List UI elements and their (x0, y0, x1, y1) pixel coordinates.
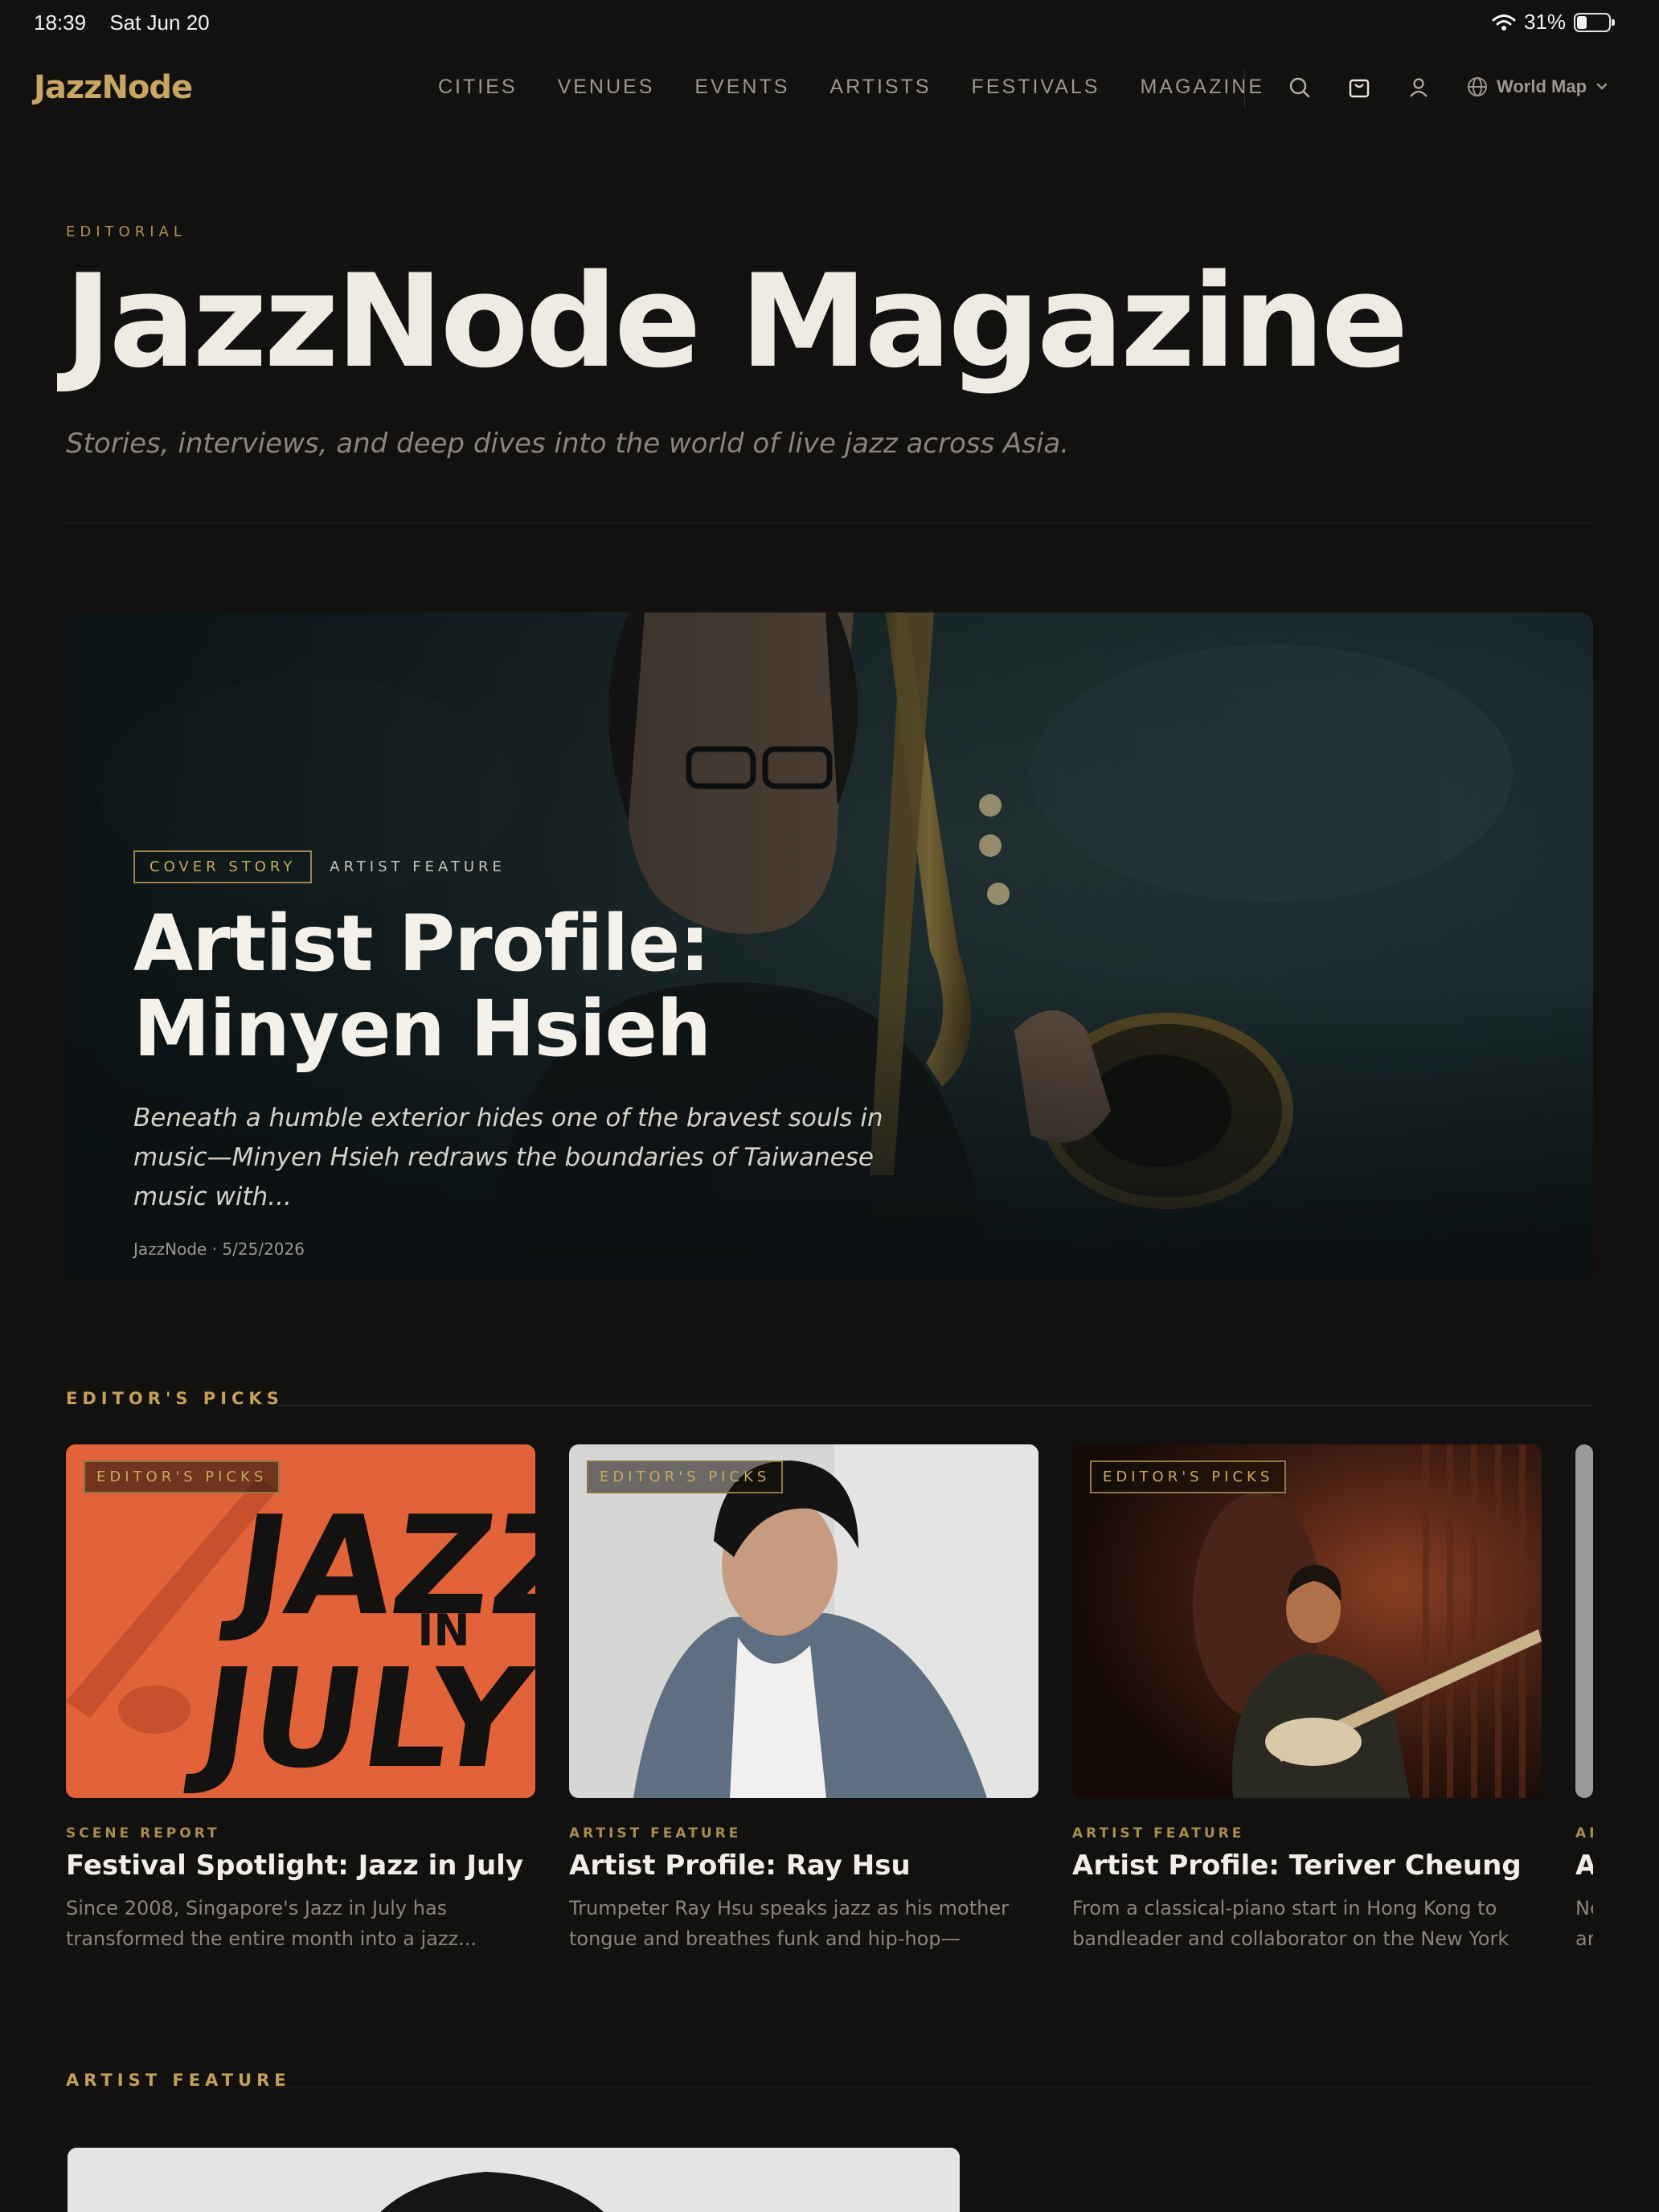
wifi-icon (1492, 14, 1516, 31)
cover-story-card[interactable]: COVER STORY ARTIST FEATURE Artist Profil… (66, 612, 1593, 1280)
status-date: Sat Jun 20 (109, 10, 210, 35)
nav-link-magazine[interactable]: MAGAZINE (1140, 76, 1264, 99)
teriver-cheung-photo (1072, 1444, 1542, 1798)
artist-feature-thumbnail[interactable] (68, 2148, 960, 2212)
site-logo[interactable]: JazzNode (34, 69, 193, 106)
page-title: JazzNode Magazine (64, 246, 1408, 396)
cover-story-meta: JazzNode · 5/25/2026 (133, 1239, 305, 1259)
world-map-label: World Map (1497, 76, 1587, 96)
nav-link-artists[interactable]: ARTISTS (830, 76, 931, 99)
battery-icon (1574, 12, 1615, 32)
article-category: ARTIST FEATURE (1072, 1825, 1245, 1841)
cover-story-tags: COVER STORY ARTIST FEATURE (133, 850, 1018, 883)
nav-link-cities[interactable]: CITIES (438, 76, 518, 99)
article-category: AR (1575, 1825, 1593, 1841)
article-card-ray-hsu[interactable]: EDITOR'S PICKS ARTIST FEATURE Artist Pro… (569, 1444, 1038, 1954)
nav-links: CITIES VENUES EVENTS ARTISTS FESTIVALS M… (438, 76, 1305, 99)
top-nav: JazzNode CITIES VENUES EVENTS ARTISTS FE… (0, 45, 1659, 132)
article-thumbnail: JAZZ IN JULY EDITOR'S PICKS (66, 1444, 535, 1798)
account-button[interactable] (1405, 74, 1432, 101)
article-category: SCENE REPORT (66, 1825, 220, 1841)
article-excerpt: Since 2008, Singapore's Jazz in July has… (66, 1897, 477, 1950)
article-title[interactable]: A (1575, 1849, 1593, 1882)
status-right: 31% (1492, 10, 1615, 35)
article-excerpt: Trumpeter Ray Hsu speaks jazz as his mot… (569, 1897, 1009, 1950)
article-card-partial[interactable]: AR A Nc ar (1575, 1444, 1593, 1954)
article-card-jazz-in-july[interactable]: JAZZ IN JULY EDITOR'S PICKS SCENE REPORT… (66, 1444, 535, 1954)
cart-button[interactable] (1346, 74, 1373, 101)
editors-pick-badge: EDITOR'S PICKS (587, 1460, 784, 1493)
jazz-in-july-poster: JAZZ IN JULY (66, 1444, 535, 1798)
page-subtitle: Stories, interviews, and deep dives into… (66, 428, 1070, 460)
nav-divider (1244, 68, 1245, 109)
battery-percent: 31% (1523, 10, 1566, 34)
cover-story-excerpt: Beneath a humble exterior hides one of t… (133, 1104, 883, 1211)
status-bar: 18:39 Sat Jun 20 31% (0, 0, 1659, 45)
user-icon (1410, 78, 1428, 97)
ray-hsu-photo (569, 1444, 1038, 1798)
artist-feature-heading: ARTIST FEATURE (66, 2071, 291, 2090)
editors-pick-badge: EDITOR'S PICKS (1090, 1460, 1287, 1493)
status-left: 18:39 Sat Jun 20 (34, 10, 210, 35)
cover-story-title[interactable]: Artist Profile: Minyen Hsieh (133, 901, 1018, 1071)
nav-link-events[interactable]: EVENTS (694, 76, 789, 99)
nav-link-festivals[interactable]: FESTIVALS (972, 76, 1100, 99)
poster-text-jazz: JAZZ (218, 1487, 535, 1646)
status-time: 18:39 (34, 10, 87, 35)
nav-link-venues[interactable]: VENUES (558, 76, 655, 99)
header-divider (66, 522, 1593, 523)
chevron-down-icon (1596, 83, 1608, 90)
poster-text-july: JULY (182, 1640, 535, 1798)
article-card-teriver-cheung[interactable]: EDITOR'S PICKS ARTIST FEATURE Artist Pro… (1072, 1444, 1542, 1954)
article-title[interactable]: Artist Profile: Ray Hsu (569, 1849, 1038, 1882)
cover-story-tag: COVER STORY (133, 850, 313, 883)
editors-picks-rule (278, 1405, 1593, 1406)
article-category: ARTIST FEATURE (569, 1825, 742, 1841)
battery-level (1577, 15, 1587, 29)
article-excerpt: Nc ar (1575, 1897, 1593, 1950)
article-title[interactable]: Festival Spotlight: Jazz in July (66, 1849, 535, 1882)
editors-picks-heading: EDITOR'S PICKS (66, 1389, 284, 1408)
article-title[interactable]: Artist Profile: Teriver Cheung (1072, 1849, 1542, 1882)
cover-story-category: ARTIST FEATURE (330, 858, 506, 875)
article-excerpt: From a classical-piano start in Hong Kon… (1072, 1897, 1509, 1950)
article-thumbnail: EDITOR'S PICKS (569, 1444, 1038, 1798)
cover-story-content: COVER STORY ARTIST FEATURE Artist Profil… (133, 850, 1018, 1259)
article-thumbnail (1575, 1444, 1593, 1798)
artist-feature-photo (68, 2148, 960, 2212)
search-icon (1289, 77, 1310, 98)
page-eyebrow: EDITORIAL (66, 223, 186, 240)
editors-pick-badge: EDITOR'S PICKS (84, 1460, 281, 1493)
globe-icon (1468, 77, 1487, 96)
search-button[interactable] (1286, 74, 1313, 101)
world-map-dropdown[interactable]: World Map (1466, 76, 1609, 98)
shopping-bag-icon (1349, 79, 1370, 98)
article-thumbnail: EDITOR'S PICKS (1072, 1444, 1542, 1798)
